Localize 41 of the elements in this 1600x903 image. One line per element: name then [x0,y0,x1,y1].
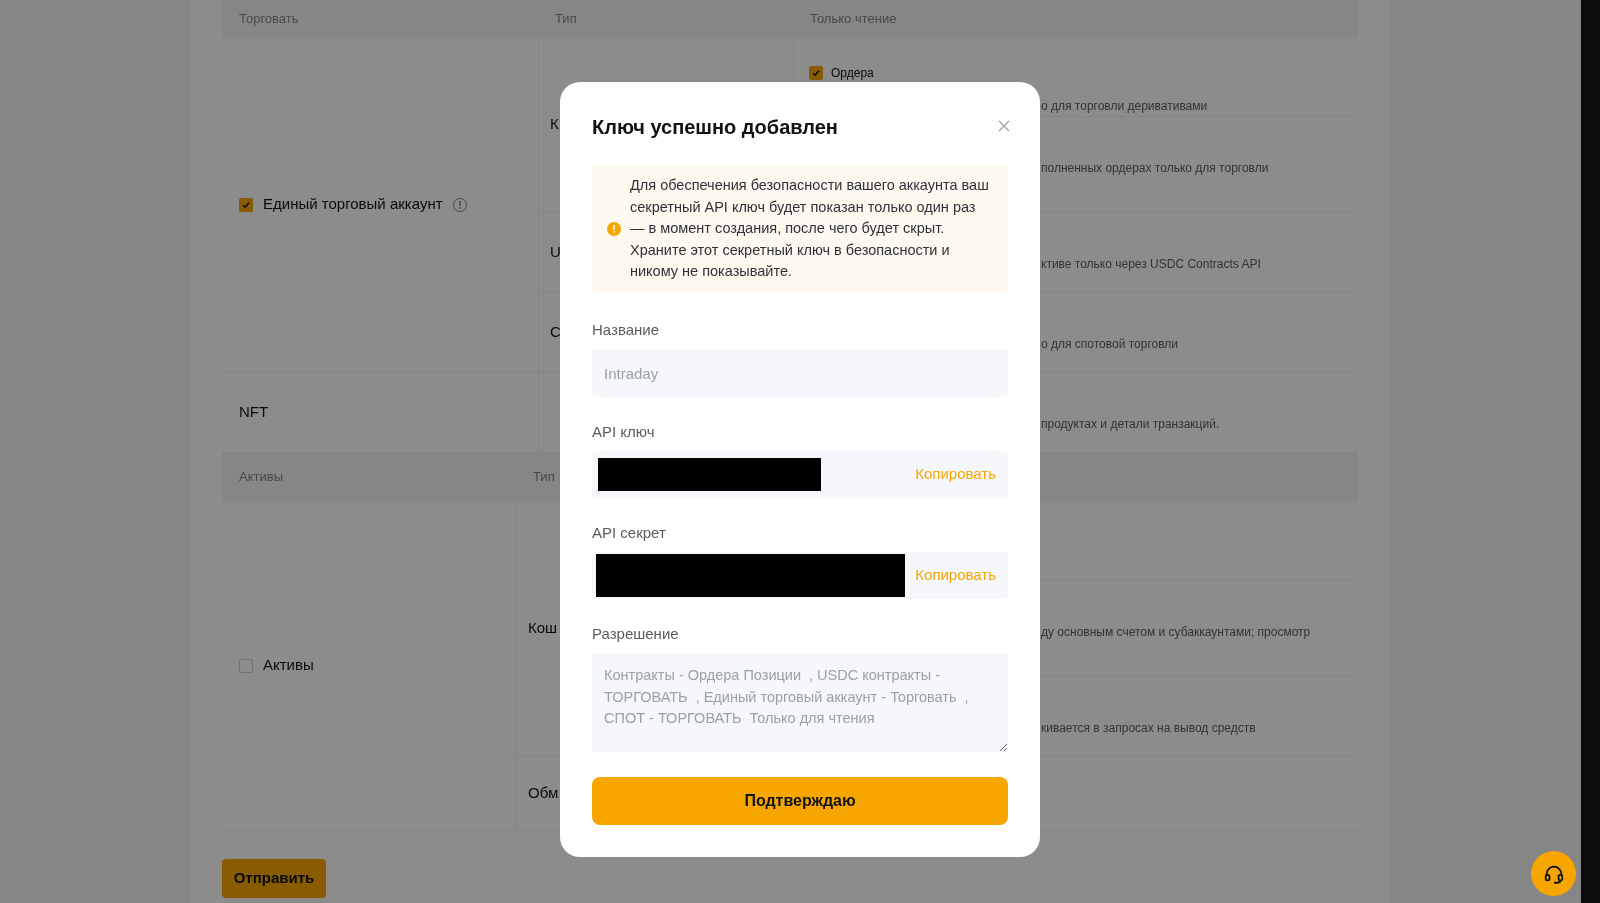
submit-button[interactable]: Отправить [222,859,326,898]
copy-link[interactable]: Копировать [915,463,996,486]
field-label: API секрет [592,523,667,543]
dialog-title: Ключ успешно добавлен [592,115,838,140]
account-label: Активы [263,655,314,676]
secret-field[interactable]: Копировать [592,552,1008,599]
permission-description: кивается в запросах на вывод средств [1041,720,1256,737]
type-label: U [550,242,561,263]
column-header: Торговать [239,9,299,28]
type-label: С [550,322,561,343]
column-header: Тип [533,468,555,487]
permission-description: о для торговли деривативами [1041,98,1208,115]
permission-description: ду основным счетом и субаккаунтами; просмотр [1041,624,1311,641]
copy-link[interactable]: Копировать [915,564,996,587]
type-label: Кош [528,618,558,639]
type-label: К [550,114,559,135]
checkbox[interactable] [809,66,823,80]
field-label: API ключ [592,422,656,442]
permission-description: о для спотовой торговли [1041,336,1179,353]
permission-label: Ордера [831,65,874,82]
warning-text: Для обеспечения безопасности вашего аккаунта ваш секретный API ключ будет показан только один раз — в момент создания, после чего будет скрыт. Храните этот секретный ключ в безопасности и никому не показывайте. [630,176,990,282]
column-header: Только чтение [810,9,897,28]
account-label: Единый торговый аккаунт [263,194,443,215]
column-header: Активы [239,468,283,487]
account-label: NFT [239,402,269,423]
field-label: Разрешение [592,624,680,644]
secret-field[interactable]: Копировать [592,451,1008,498]
column-header: Тип [555,9,577,28]
checkbox[interactable] [239,658,253,673]
checkmark-icon [811,68,821,78]
support-button[interactable] [1531,851,1576,896]
permission-description: ктиве только через USDC Contracts API [1041,256,1261,273]
type-label: Обм [528,783,559,804]
permission-description: полненных ордерах только для торговли [1041,160,1269,177]
checkmark-icon [241,199,251,210]
permission-description: продуктах и детали транзакций. [1041,416,1220,433]
checkbox[interactable] [239,197,253,212]
confirm-button[interactable]: Подтверждаю [592,777,1008,825]
close-icon[interactable] [998,120,1010,132]
field-label: Название [592,320,661,340]
warning-icon [607,222,621,236]
